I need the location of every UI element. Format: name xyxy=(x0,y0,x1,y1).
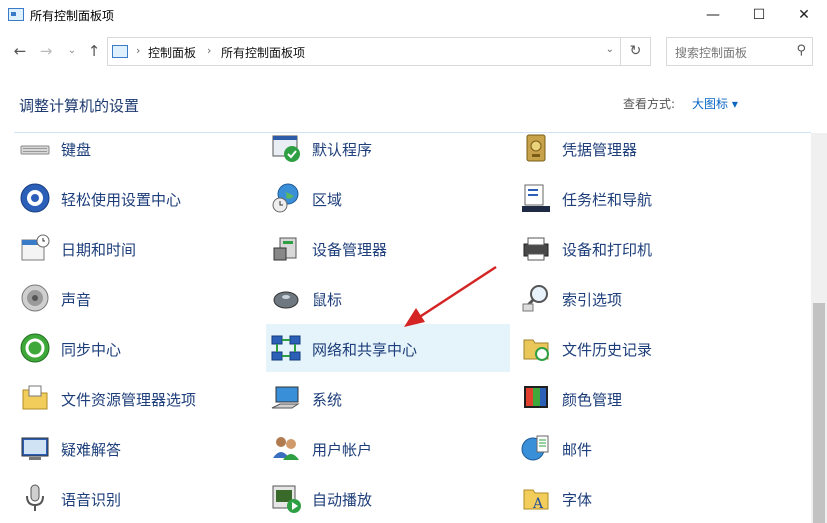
item-ease-of-access[interactable]: 轻松使用设置中心 xyxy=(15,174,259,222)
breadcrumb-all-items[interactable]: 所有控制面板项 xyxy=(221,44,305,61)
color-management-icon xyxy=(524,386,548,408)
item-folder-options[interactable]: 文件资源管理器选项 xyxy=(15,374,259,422)
folder-options-icon xyxy=(22,385,48,410)
navigation-bar: ← → ⌄ ↑ › 控制面板 › 所有控制面板项 ⌄ ↻ 搜索控制面板 ⚲ xyxy=(0,32,827,70)
default-programs-icon xyxy=(272,135,300,162)
taskbar-icon xyxy=(522,184,550,212)
item-file-history[interactable]: 文件历史记录 xyxy=(516,324,760,372)
item-autoplay[interactable]: 自动播放 xyxy=(266,474,510,522)
view-by-label: 查看方式: xyxy=(623,97,676,111)
item-system[interactable]: 系统 xyxy=(266,374,510,422)
chevron-down-icon[interactable]: ⌄ xyxy=(606,44,614,55)
user-accounts-icon xyxy=(273,437,299,460)
item-region[interactable]: 区域 xyxy=(266,174,510,222)
sync-center-icon xyxy=(20,333,50,363)
view-by-dropdown[interactable]: 大图标 ▾ xyxy=(692,95,738,112)
page-title: 调整计算机的设置 xyxy=(19,97,140,115)
recent-locations-dropdown-icon[interactable]: ⌄ xyxy=(62,41,82,61)
item-keyboard[interactable]: 键盘 xyxy=(15,124,259,172)
item-date-time[interactable]: 日期和时间 xyxy=(15,224,259,272)
fonts-icon: A xyxy=(523,489,549,512)
control-panel-icon xyxy=(8,8,24,21)
item-indexing-options[interactable]: 索引选项 xyxy=(516,274,760,322)
item-devices-printers[interactable]: 设备和打印机 xyxy=(516,224,760,272)
ease-of-access-icon xyxy=(20,183,50,213)
vertical-scrollbar[interactable] xyxy=(811,133,827,523)
item-default-programs[interactable]: 默认程序 xyxy=(266,124,510,172)
item-sync-center[interactable]: 同步中心 xyxy=(15,324,259,372)
window-title: 所有控制面板项 xyxy=(30,9,115,23)
svg-text:A: A xyxy=(532,496,544,512)
troubleshooting-icon xyxy=(21,437,49,460)
item-mouse[interactable]: 鼠标 xyxy=(266,274,510,322)
title-bar: 所有控制面板项 — ☐ ✕ xyxy=(0,0,827,32)
device-manager-icon xyxy=(273,237,297,261)
close-button[interactable]: ✕ xyxy=(781,0,827,30)
keyboard-icon xyxy=(20,145,50,155)
item-device-manager[interactable]: 设备管理器 xyxy=(266,224,510,272)
breadcrumb-separator[interactable]: › xyxy=(136,44,140,57)
scrollbar-thumb[interactable] xyxy=(813,303,825,523)
file-history-icon xyxy=(523,339,549,361)
autoplay-icon xyxy=(272,485,301,513)
item-user-accounts[interactable]: 用户帐户 xyxy=(266,424,510,472)
speech-recognition-icon xyxy=(26,484,44,511)
network-icon xyxy=(271,335,301,361)
search-placeholder: 搜索控制面板 xyxy=(675,46,748,60)
search-input[interactable]: 搜索控制面板 ⚲ xyxy=(666,37,813,66)
item-network-sharing-center[interactable]: 网络和共享中心 xyxy=(266,324,510,372)
maximize-button[interactable]: ☐ xyxy=(736,0,782,30)
item-sound[interactable]: 声音 xyxy=(15,274,259,322)
address-bar[interactable]: › 控制面板 › 所有控制面板项 ⌄ xyxy=(107,37,621,66)
breadcrumb-separator[interactable]: › xyxy=(207,44,211,57)
refresh-button[interactable]: ↻ xyxy=(621,37,651,66)
item-taskbar-navigation[interactable]: 任务栏和导航 xyxy=(516,174,760,222)
mail-icon xyxy=(521,435,549,461)
item-speech-recognition[interactable]: 语音识别 xyxy=(15,474,259,522)
control-panel-icon xyxy=(112,45,128,58)
date-time-icon xyxy=(21,234,50,261)
region-icon xyxy=(272,183,299,213)
sound-icon xyxy=(21,284,49,312)
item-troubleshooting[interactable]: 疑难解答 xyxy=(15,424,259,472)
item-color-management[interactable]: 颜色管理 xyxy=(516,374,760,422)
devices-printers-icon xyxy=(523,237,549,261)
credential-manager-icon xyxy=(526,134,546,162)
up-arrow-icon[interactable]: ↑ xyxy=(84,41,104,61)
system-icon xyxy=(271,386,300,409)
item-mail[interactable]: 邮件 xyxy=(516,424,760,472)
back-arrow-icon[interactable]: ← xyxy=(10,41,30,61)
mouse-icon xyxy=(273,291,299,309)
indexing-icon xyxy=(522,285,548,312)
breadcrumb-control-panel[interactable]: 控制面板 xyxy=(148,44,196,61)
forward-arrow-icon[interactable]: → xyxy=(36,41,56,61)
item-fonts[interactable]: A 字体 xyxy=(516,474,760,522)
minimize-button[interactable]: — xyxy=(690,0,736,30)
search-icon[interactable]: ⚲ xyxy=(796,43,806,58)
item-credential-manager[interactable]: 凭据管理器 xyxy=(516,124,760,172)
